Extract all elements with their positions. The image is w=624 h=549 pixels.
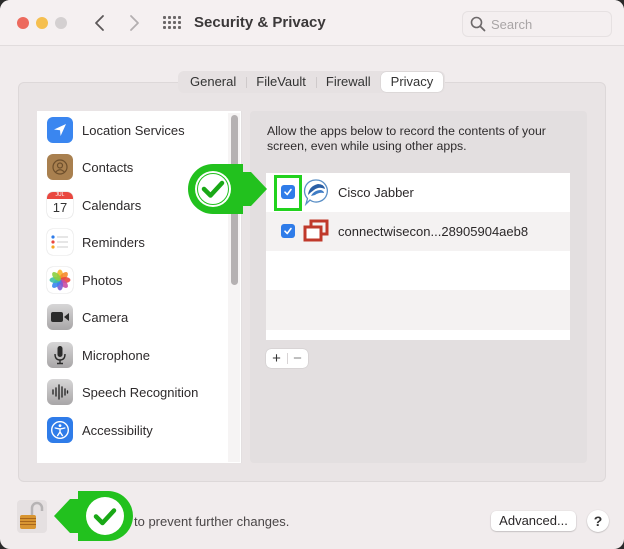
advanced-button[interactable]: Advanced... [491,511,576,531]
waveform-icon [47,379,73,405]
sidebar-item-photos[interactable]: Photos [37,262,227,298]
help-button[interactable]: ? [587,510,609,532]
search-icon [470,16,486,32]
app-list: Cisco Jabber connectwisecon...28905904ae… [266,173,570,340]
contacts-book-icon [47,154,73,180]
sidebar-item-accessibility[interactable]: Accessibility [37,412,227,448]
sidebar-item-label: Accessibility [82,422,153,438]
chevron-right-icon [130,15,139,31]
security-privacy-window: Security & Privacy General FileVault Fir… [0,0,624,549]
sidebar-item-camera[interactable]: Camera [37,299,227,335]
tab-general[interactable]: General [180,72,246,92]
window-title: Security & Privacy [194,14,326,31]
sidebar-item-label: Microphone [82,347,150,363]
microphone-icon [47,342,73,368]
app-row-cisco-jabber[interactable]: Cisco Jabber [266,173,570,212]
back-button[interactable] [90,11,110,35]
photos-flower-icon [47,267,73,293]
forward-button[interactable] [124,11,144,35]
app-row-connectwise[interactable]: connectwisecon...28905904aeb8 [266,212,570,251]
unlocked-padlock-icon [20,501,44,529]
tab-filevault[interactable]: FileVault [246,72,316,92]
checkmark-icon [284,227,292,235]
accessibility-icon [47,417,73,443]
sidebar-item-label: Calendars [82,197,142,213]
chevron-left-icon [95,15,104,31]
search-field[interactable] [462,11,612,37]
sidebar-item-speech-recognition[interactable]: Speech Recognition [37,374,227,410]
sidebar-item-label: Speech Recognition [82,384,199,400]
calendar-icon: JUL 17 [47,192,73,218]
close-button[interactable] [17,17,29,29]
sidebar-item-reminders[interactable]: Reminders [37,224,227,260]
sidebar-item-label: Location Services [82,122,185,138]
lock-callout [54,491,133,541]
screen-recording-description: Allow the apps below to record the conte… [267,124,546,153]
sidebar-item-label: Camera [82,309,129,325]
app-checkbox[interactable] [281,224,295,238]
app-row-empty [266,290,570,330]
reminders-list-icon [47,229,73,255]
cisco-jabber-icon [303,179,328,206]
connectwise-control-icon [303,219,329,242]
sidebar-item-location-services[interactable]: Location Services [37,112,227,148]
camera-icon [47,304,73,330]
app-name: Cisco Jabber [338,185,414,200]
checkbox-highlight-box [274,175,302,211]
remove-app-button[interactable]: − [287,349,308,368]
minimize-button[interactable] [36,17,48,29]
tab-firewall[interactable]: Firewall [315,72,381,92]
lock-hint-text: to prevent further changes. [134,514,290,529]
lock-button[interactable] [17,500,47,533]
add-remove-control: + − [266,349,308,368]
sidebar-item-label: Contacts [82,159,134,175]
app-row-empty [266,251,570,290]
app-name: connectwisecon...28905904aeb8 [338,224,529,239]
sidebar-item-microphone[interactable]: Microphone [37,337,227,373]
add-app-button[interactable]: + [266,349,287,368]
title-bar: Security & Privacy [0,0,624,46]
zoom-button[interactable] [55,17,67,29]
location-arrow-icon [47,117,73,143]
sidebar-item-label: Reminders [82,234,145,250]
search-input[interactable] [491,16,606,33]
checkbox-callout [188,164,267,214]
show-all-button[interactable] [163,16,181,30]
sidebar-item-label: Photos [82,272,123,288]
tab-bar: General FileVault Firewall Privacy [178,71,446,93]
tab-privacy[interactable]: Privacy [380,72,444,92]
